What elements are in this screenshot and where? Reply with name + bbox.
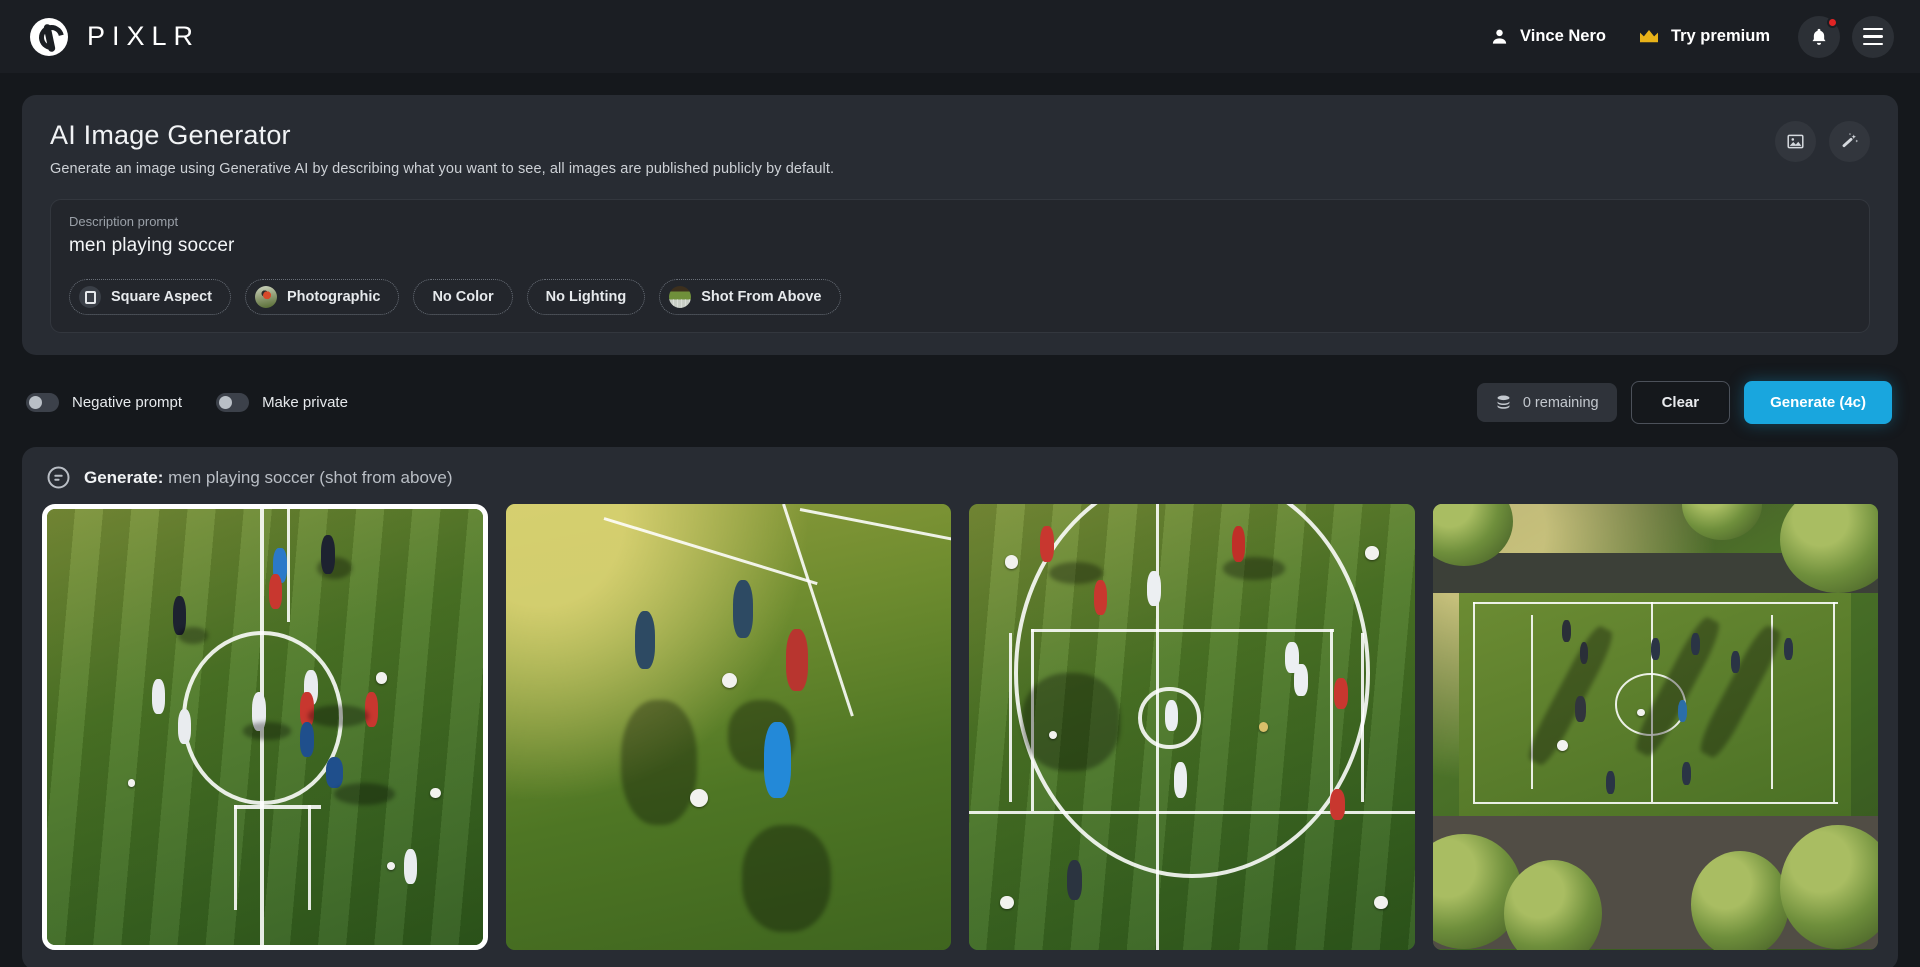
toggle-label: Make private [262, 394, 348, 411]
toggle-group: Negative prompt Make private [26, 393, 348, 412]
result-image-1[interactable] [42, 504, 488, 950]
photographic-thumbnail-icon [255, 286, 277, 308]
person-icon [1492, 29, 1507, 44]
prompt-box[interactable]: Description prompt men playing soccer Sq… [50, 199, 1870, 333]
chip-square-aspect[interactable]: Square Aspect [69, 279, 231, 315]
result-prefix: Generate: [84, 467, 164, 487]
bell-icon [1812, 28, 1826, 45]
result-header-text: Generate: men playing soccer (shot from … [84, 468, 453, 488]
chip-label: Shot From Above [701, 289, 822, 305]
shot-from-above-thumbnail-icon [669, 286, 692, 308]
hamburger-menu-icon [1863, 27, 1883, 46]
page-body: AI Image Generator Generate an image usi… [0, 73, 1920, 967]
magic-wand-button[interactable] [1829, 121, 1870, 162]
generate-badge-icon [47, 466, 70, 489]
toggle-track [26, 393, 59, 412]
credits-stack-icon [1497, 395, 1510, 409]
negative-prompt-toggle[interactable]: Negative prompt [26, 393, 182, 412]
chip-no-color[interactable]: No Color [413, 279, 513, 315]
prompt-modifier-chips: Square Aspect Photographic No Color No L… [69, 279, 1851, 315]
chip-label: No Color [432, 289, 494, 305]
chip-label: Square Aspect [111, 289, 212, 305]
notification-unread-dot [1827, 16, 1838, 28]
action-button-group: 0 remaining Clear Generate (4c) [1476, 381, 1892, 424]
controls-row: Negative prompt Make private 0 remaining… [22, 381, 1898, 424]
try-premium-button[interactable]: Try premium [1622, 19, 1786, 54]
result-prompt: men playing soccer (shot from above) [168, 467, 453, 487]
generate-button[interactable]: Generate (4c) [1744, 381, 1892, 424]
square-aspect-icon [79, 286, 101, 308]
brand-name: PIXLR [87, 21, 201, 51]
user-name-label: Vince Nero [1520, 27, 1606, 45]
toggle-label: Negative prompt [72, 394, 183, 411]
prompt-label: Description prompt [69, 214, 179, 229]
app-header: PIXLR Vince Nero Try premium [0, 0, 1920, 73]
result-image-4[interactable] [1432, 504, 1878, 950]
pixlr-logo-icon [30, 17, 68, 56]
user-account-button[interactable]: Vince Nero [1474, 19, 1622, 54]
open-image-button[interactable] [1775, 121, 1816, 162]
result-image-3[interactable] [969, 504, 1415, 950]
card-action-buttons [1775, 121, 1870, 162]
chip-label: No Lighting [545, 289, 627, 305]
result-block: Generate: men playing soccer (shot from … [22, 447, 1898, 967]
magic-wand-icon [1842, 132, 1859, 148]
prompt-input[interactable]: men playing soccer [69, 235, 1851, 257]
chip-label: Photographic [287, 289, 381, 305]
main-menu-button[interactable] [1852, 15, 1894, 58]
toggle-track [216, 393, 250, 412]
header-actions: Vince Nero Try premium [1474, 15, 1894, 58]
result-image-2[interactable] [505, 504, 951, 950]
crown-icon [1639, 29, 1658, 42]
clear-button[interactable]: Clear [1630, 381, 1731, 424]
chip-no-lighting[interactable]: No Lighting [526, 279, 646, 315]
try-premium-label: Try premium [1670, 27, 1770, 45]
brand-logo[interactable]: PIXLR [30, 17, 201, 56]
result-header: Generate: men playing soccer (shot from … [42, 465, 1878, 490]
page-subtitle: Generate an image using Generative AI by… [50, 161, 835, 177]
credits-remaining-badge: 0 remaining [1476, 383, 1617, 422]
generator-card: AI Image Generator Generate an image usi… [22, 95, 1898, 355]
chip-photographic[interactable]: Photographic [245, 279, 400, 315]
notifications-button[interactable] [1798, 15, 1840, 58]
result-image-grid [42, 504, 1878, 950]
make-private-toggle[interactable]: Make private [216, 393, 348, 412]
page-title: AI Image Generator [50, 120, 291, 150]
image-icon [1787, 134, 1804, 149]
chip-shot-from-above[interactable]: Shot From Above [659, 279, 841, 315]
credits-remaining-label: 0 remaining [1522, 394, 1599, 411]
